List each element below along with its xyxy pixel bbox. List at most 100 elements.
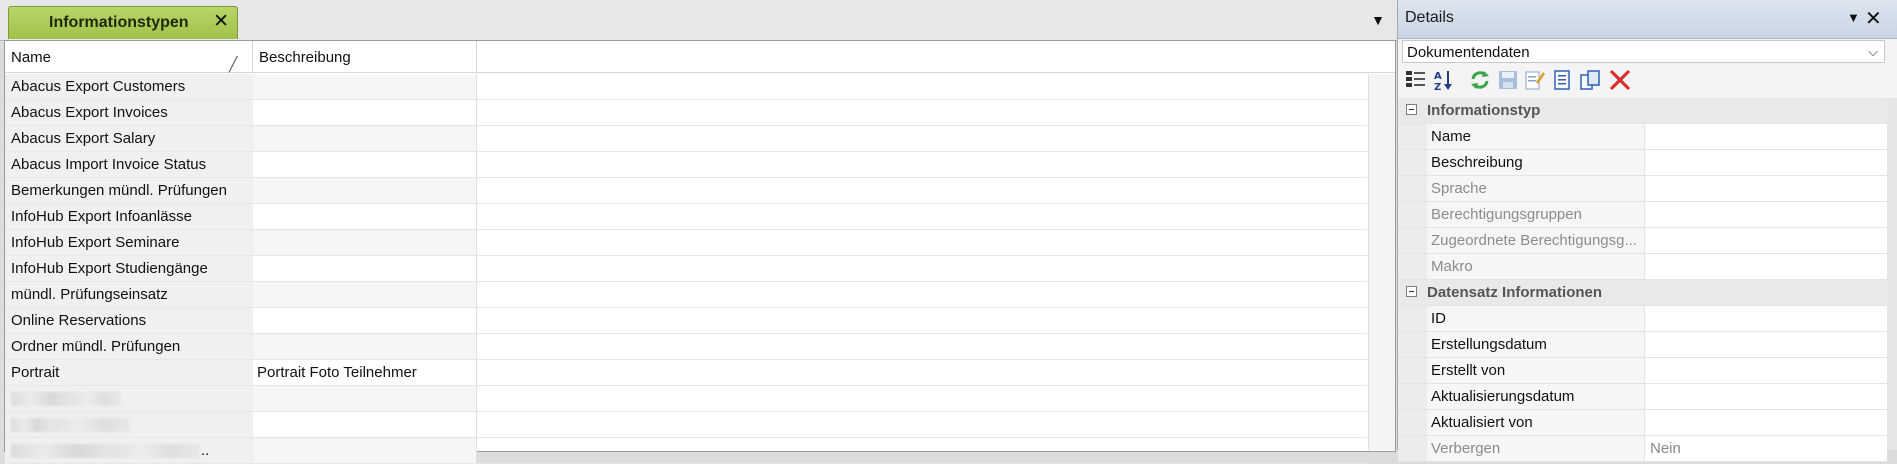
property-row[interactable]: Verbergen Nein [1398, 436, 1887, 462]
table-row[interactable]: Abacus Export Customers [5, 74, 1367, 100]
property-row[interactable]: Zugeordnete Berechtigungsg... [1398, 228, 1887, 254]
table-row[interactable]: Portrait Portrait Foto Teilnehmer [5, 360, 1367, 386]
property-value[interactable] [1645, 384, 1887, 409]
table-row[interactable]: mündl. Prüfungseinsatz [5, 282, 1367, 308]
table-row[interactable] [5, 412, 1367, 438]
cell-beschreibung [253, 256, 477, 281]
property-row[interactable]: Aktualisiert von [1398, 410, 1887, 436]
details-vertical-scrollbar[interactable] [1887, 98, 1897, 450]
property-name: Verbergen [1427, 436, 1645, 461]
details-view-select[interactable]: Dokumentendaten ⌵ [1402, 40, 1885, 63]
property-value[interactable] [1645, 124, 1887, 149]
property-value[interactable] [1645, 332, 1887, 357]
table-row[interactable] [5, 386, 1367, 412]
cell-beschreibung [253, 100, 477, 125]
table-row[interactable]: Abacus Import Invoice Status [5, 152, 1367, 178]
tab-informationstypen[interactable]: Informationstypen ✕ [8, 6, 238, 39]
cell-beschreibung [253, 334, 477, 359]
obscured-text [11, 390, 121, 407]
property-row[interactable]: Makro [1398, 254, 1887, 280]
collapse-icon[interactable] [1406, 104, 1417, 115]
category-label: Informationstyp [1427, 102, 1541, 119]
property-row[interactable]: ID [1398, 306, 1887, 332]
table-row[interactable]: Abacus Export Invoices [5, 100, 1367, 126]
property-value[interactable] [1645, 358, 1887, 383]
property-name: ID [1427, 306, 1645, 331]
edit-icon[interactable] [1522, 68, 1546, 92]
cell-name: InfoHub Export Infoanlässe [5, 204, 253, 229]
property-row[interactable]: Sprache [1398, 176, 1887, 202]
chevron-down-icon: ⌵ [1868, 44, 1878, 59]
property-name: Berechtigungsgruppen [1427, 202, 1645, 227]
svg-text:A: A [1434, 71, 1442, 82]
column-header-beschreibung[interactable]: Beschreibung [253, 41, 477, 72]
delete-icon[interactable] [1608, 68, 1632, 92]
sort-az-icon[interactable]: A Z [1432, 68, 1456, 93]
column-header-label: Beschreibung [259, 49, 351, 66]
cell-beschreibung [253, 282, 477, 307]
table-row[interactable]: Ordner mündl. Prüfungen [5, 334, 1367, 360]
property-row[interactable]: Berechtigungsgruppen [1398, 202, 1887, 228]
property-row[interactable]: Erstellt von [1398, 358, 1887, 384]
property-gutter [1398, 176, 1427, 201]
property-name: Beschreibung [1427, 150, 1645, 175]
property-value[interactable] [1645, 410, 1887, 435]
refresh-icon[interactable] [1468, 68, 1492, 92]
details-titlebar: Details ▼ ✕ [1398, 0, 1897, 39]
table-row[interactable]: Online Reservations [5, 308, 1367, 334]
property-gutter [1398, 150, 1427, 175]
property-value [1645, 202, 1887, 227]
tab-list-dropdown-icon[interactable]: ▼ [1371, 12, 1385, 28]
property-name: Sprache [1427, 176, 1645, 201]
copy-icon[interactable] [1578, 68, 1602, 92]
grid-body: Abacus Export Customers Abacus Export Inv… [5, 74, 1367, 464]
collapse-icon[interactable] [1406, 286, 1417, 297]
cell-beschreibung [253, 412, 477, 437]
property-row[interactable]: Beschreibung [1398, 150, 1887, 176]
cell-beschreibung [253, 230, 477, 255]
property-name: Makro [1427, 254, 1645, 279]
cell-name: Abacus Import Invoice Status [5, 152, 253, 177]
table-row[interactable]: InfoHub Export Infoanlässe [5, 204, 1367, 230]
table-row[interactable]: Abacus Export Salary [5, 126, 1367, 152]
cell-beschreibung [253, 308, 477, 333]
close-tab-icon[interactable]: ✕ [213, 12, 229, 32]
grid-header: Name ╱ Beschreibung [5, 41, 1395, 73]
table-row[interactable]: InfoHub Export Seminare [5, 230, 1367, 256]
cell-name: .. [5, 438, 253, 463]
cell-beschreibung [253, 438, 477, 463]
property-category: Informationstyp [1398, 98, 1887, 124]
column-header-name[interactable]: Name ╱ [5, 41, 253, 72]
cell-beschreibung [253, 126, 477, 151]
document-icon[interactable] [1550, 68, 1574, 92]
document-tabstrip: Informationstypen ✕ ▼ [0, 0, 1397, 41]
cell-name: InfoHub Export Seminare [5, 230, 253, 255]
property-name: Zugeordnete Berechtigungsg... [1427, 228, 1645, 253]
cell-name: Abacus Export Salary [5, 126, 253, 151]
table-row[interactable]: InfoHub Export Studiengänge [5, 256, 1367, 282]
property-gutter [1398, 254, 1427, 279]
property-value [1645, 228, 1887, 253]
tab-label: Informationstypen [49, 14, 189, 31]
panel-menu-icon[interactable]: ▼ [1847, 10, 1860, 25]
grid-vertical-scrollbar[interactable] [1368, 74, 1395, 450]
close-panel-icon[interactable]: ✕ [1865, 6, 1882, 31]
property-row[interactable]: Aktualisierungsdatum [1398, 384, 1887, 410]
property-row[interactable]: Erstellungsdatum [1398, 332, 1887, 358]
information-types-grid: Name ╱ Beschreibung Abacus Export Custom… [4, 40, 1396, 464]
property-grid: Informationstyp Name Beschreibung Sprache Be… [1398, 98, 1887, 462]
cell-beschreibung [253, 178, 477, 203]
property-name: Aktualisiert von [1427, 410, 1645, 435]
property-gutter [1398, 332, 1427, 357]
details-view-select-value: Dokumentendaten [1407, 44, 1530, 61]
save-icon[interactable] [1496, 68, 1520, 92]
table-row[interactable]: Bemerkungen mündl. Prüfungen [5, 178, 1367, 204]
property-value [1645, 176, 1887, 201]
cell-name [5, 412, 253, 437]
property-row[interactable]: Name [1398, 124, 1887, 150]
property-gutter [1398, 202, 1427, 227]
categorized-icon[interactable] [1404, 68, 1428, 92]
property-value[interactable] [1645, 306, 1887, 331]
property-value[interactable] [1645, 150, 1887, 175]
table-row[interactable]: .. [5, 438, 1367, 464]
